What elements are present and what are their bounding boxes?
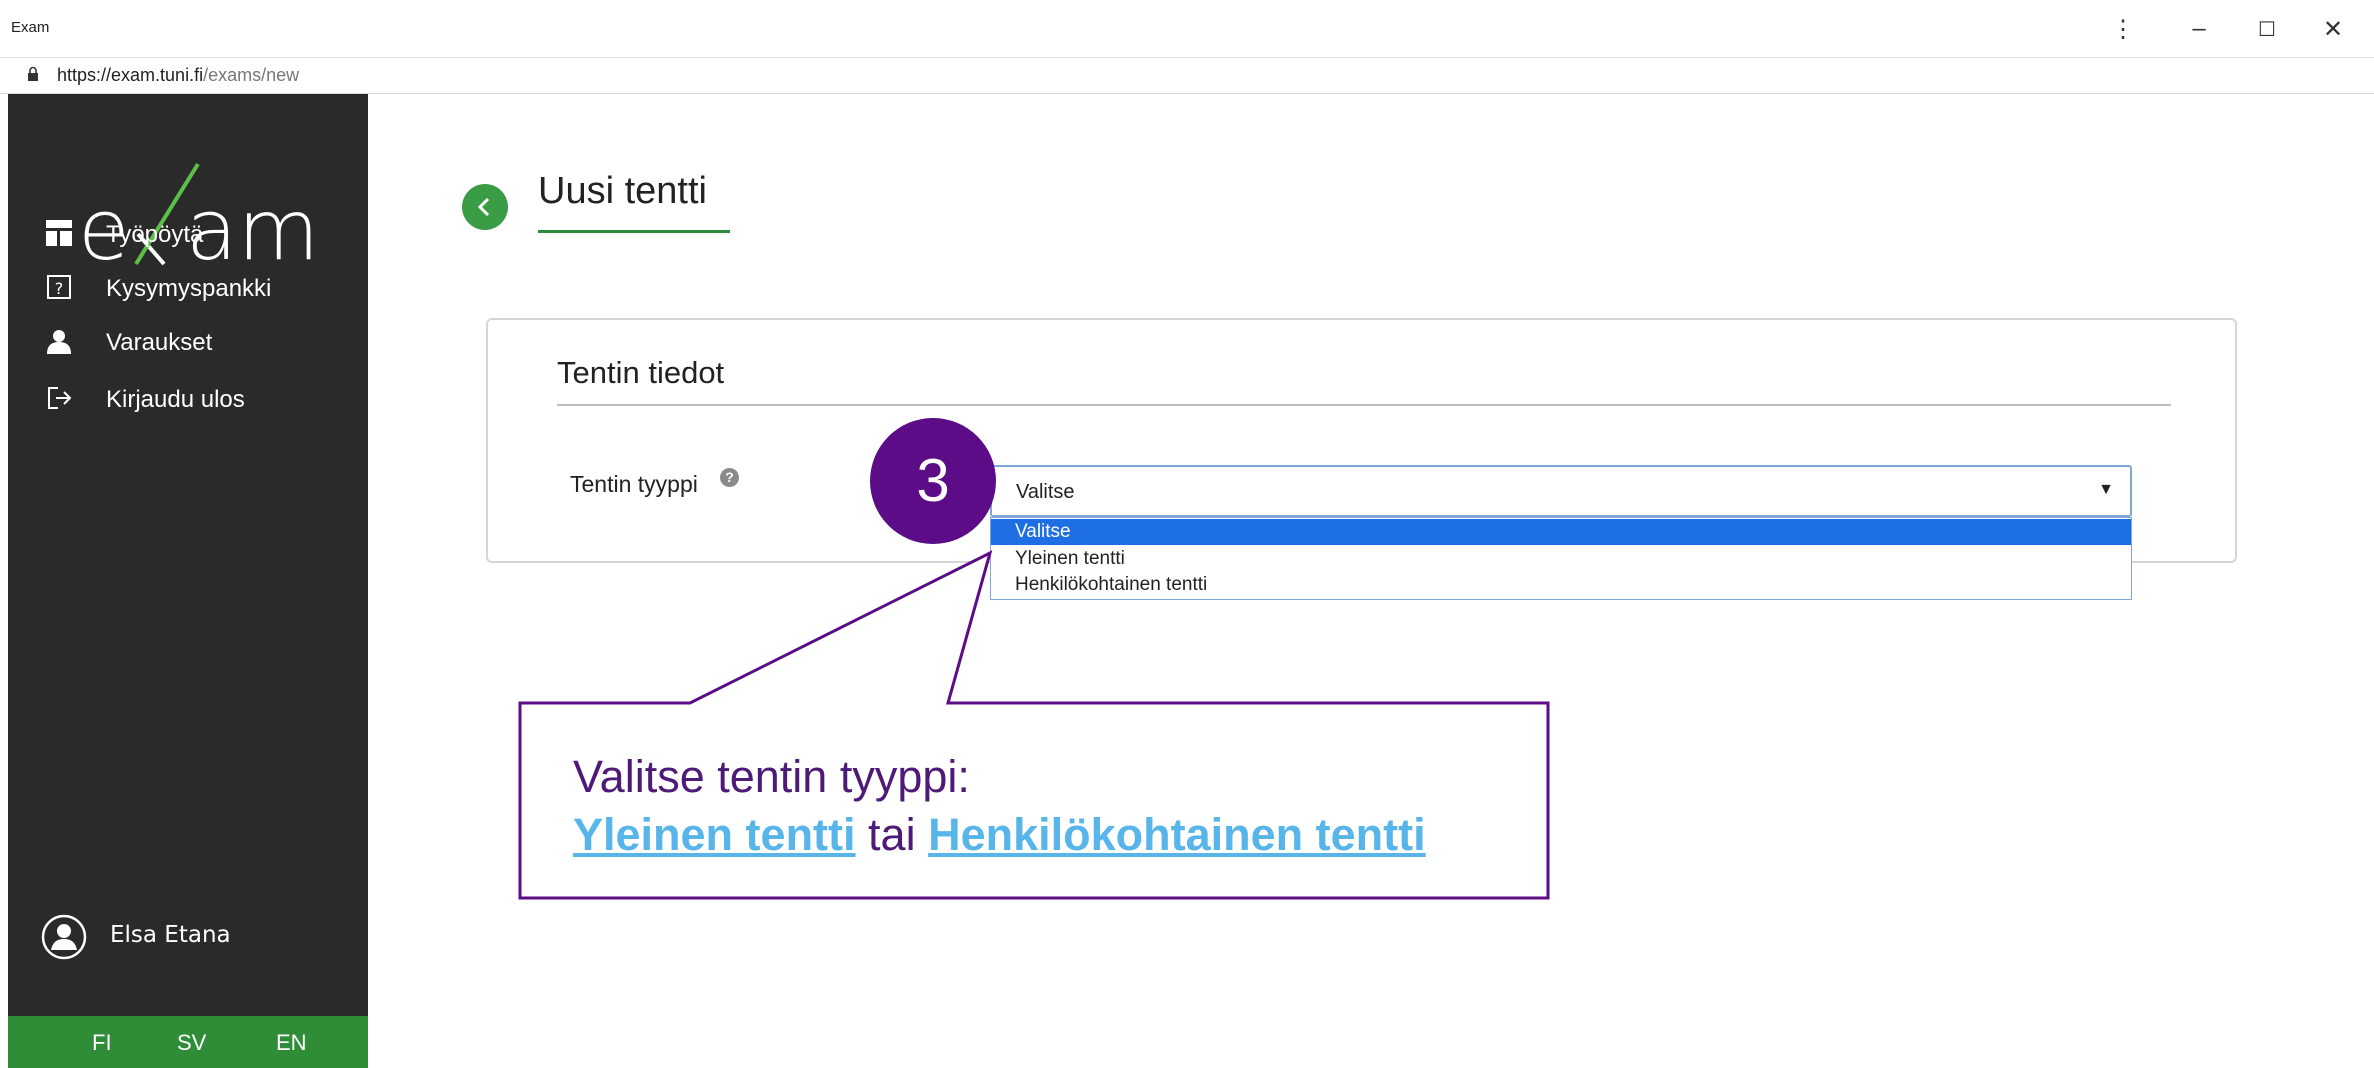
step-number-badge: 3 — [870, 418, 996, 544]
app-window: Exam ⋮ – ☐ ✕ https://exam.tuni.fi/exams/… — [0, 0, 2374, 1068]
callout-text: Valitse tentin tyyppi: Yleinen tentti ta… — [573, 748, 1426, 864]
callout-connector: tai — [868, 809, 916, 860]
callout-line1: Valitse tentin tyyppi: — [573, 751, 970, 802]
callout-option1[interactable]: Yleinen tentti — [573, 809, 856, 860]
callout-line2: Yleinen tentti tai Henkilökohtainen tent… — [573, 806, 1426, 864]
callout-box — [518, 550, 1550, 900]
callout-option2[interactable]: Henkilökohtainen tentti — [928, 809, 1426, 860]
